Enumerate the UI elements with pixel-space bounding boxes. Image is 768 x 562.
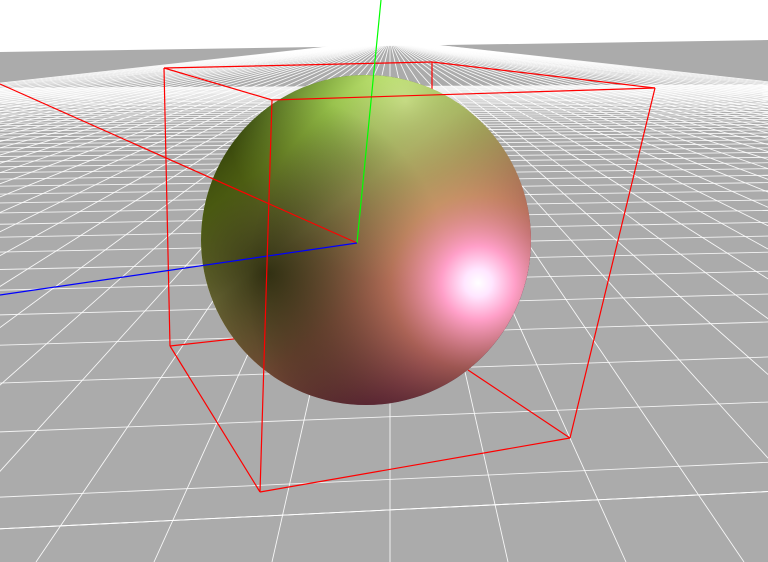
3d-viewport[interactable] — [0, 0, 768, 562]
sphere[interactable] — [201, 75, 531, 405]
scene-canvas[interactable] — [0, 0, 768, 562]
